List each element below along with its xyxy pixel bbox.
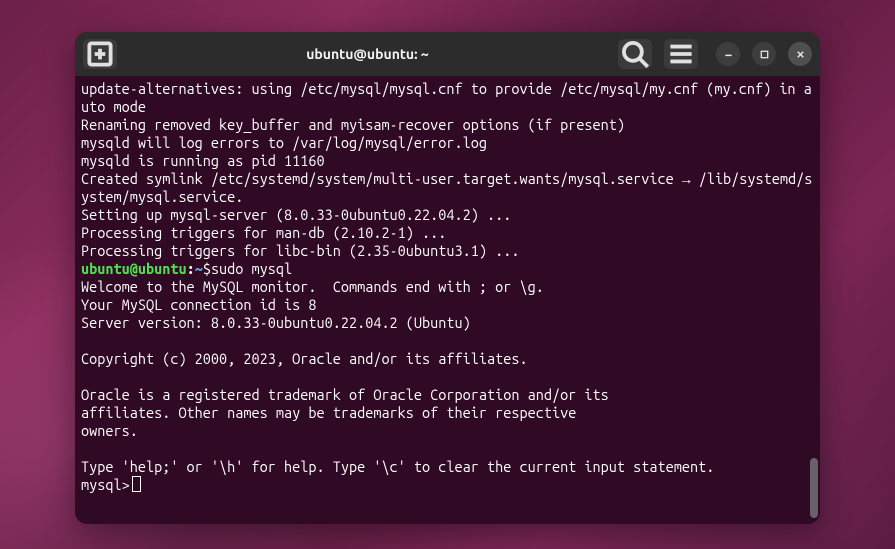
new-tab-button[interactable] (83, 39, 117, 69)
prompt-colon: : (187, 260, 195, 278)
prompt-dollar: $ (203, 260, 211, 278)
terminal-scrollbar[interactable] (810, 458, 818, 518)
new-tab-icon (83, 37, 117, 71)
mysql-prompt-label: mysql> (81, 476, 130, 494)
minimize-button[interactable] (716, 42, 740, 66)
close-button[interactable] (788, 42, 812, 66)
prompt-path: ~ (195, 260, 203, 278)
window-title: ubuntu@ubuntu: ~ (125, 46, 610, 62)
terminal-window: ubuntu@ubuntu: ~ (75, 32, 820, 524)
close-icon (795, 49, 806, 60)
window-titlebar: ubuntu@ubuntu: ~ (75, 32, 820, 76)
terminal-output-pre: update-alternatives: using /etc/mysql/my… (81, 80, 814, 260)
terminal-output-post: Welcome to the MySQL monitor. Commands e… (81, 278, 814, 476)
prompt-command: sudo mysql (211, 260, 292, 278)
search-icon (618, 37, 652, 71)
mysql-prompt-line: mysql> (81, 476, 814, 494)
terminal-content-area[interactable]: update-alternatives: using /etc/mysql/my… (75, 76, 820, 524)
terminal-cursor (132, 476, 141, 492)
hamburger-icon (664, 37, 698, 71)
maximize-icon (759, 49, 770, 60)
maximize-button[interactable] (752, 42, 776, 66)
minimize-icon (723, 49, 734, 60)
shell-prompt-line: ubuntu@ubuntu:~$ sudo mysql (81, 260, 814, 278)
prompt-user-host: ubuntu@ubuntu (81, 260, 187, 278)
hamburger-menu-button[interactable] (664, 39, 698, 69)
search-button[interactable] (618, 39, 652, 69)
